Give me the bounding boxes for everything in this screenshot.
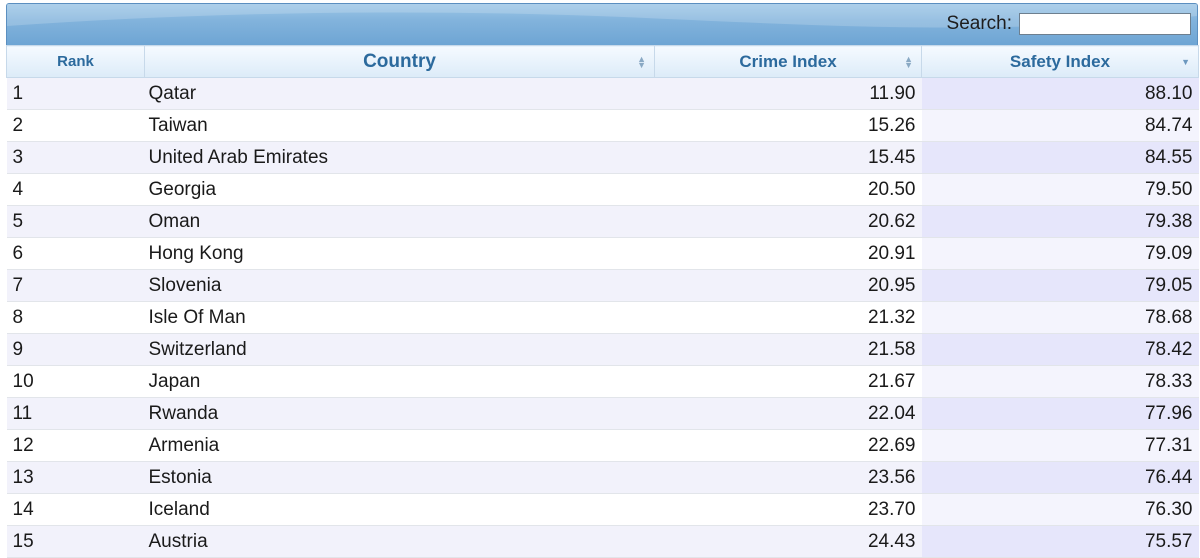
column-header-safety-index[interactable]: Safety Index ▼ (921, 45, 1199, 78)
cell-safety: 76.44 (921, 461, 1199, 494)
table-row: 11 Rwanda 22.04 77.96 (6, 397, 1199, 430)
table-row: 1 Qatar 11.90 88.10 (6, 77, 1199, 110)
table-row: 7 Slovenia 20.95 79.05 (6, 269, 1199, 302)
cell-crime: 15.26 (654, 109, 922, 142)
cell-country: Qatar (144, 77, 655, 110)
cell-country: Austria (144, 525, 655, 558)
cell-country: Taiwan (144, 109, 655, 142)
column-header-label: Country (363, 50, 436, 72)
search-box: Search: (947, 13, 1191, 35)
cell-rank: 3 (6, 141, 145, 174)
column-header-label: Rank (57, 53, 94, 70)
sort-both-icon: ▲ ▼ (637, 53, 646, 70)
table-row: 6 Hong Kong 20.91 79.09 (6, 237, 1199, 270)
column-header-label: Crime Index (739, 51, 837, 71)
sort-both-icon: ▲ ▼ (904, 53, 913, 70)
table-toolbar: Search: (6, 3, 1198, 45)
cell-safety: 79.50 (921, 173, 1199, 206)
cell-crime: 20.91 (654, 237, 922, 270)
cell-safety: 78.68 (921, 301, 1199, 334)
cell-rank: 1 (6, 77, 145, 110)
cell-crime: 21.58 (654, 333, 922, 366)
column-header-label: Safety Index (1009, 51, 1111, 71)
cell-rank: 9 (6, 333, 145, 366)
cell-safety: 84.74 (921, 109, 1199, 142)
table-row: 5 Oman 20.62 79.38 (6, 205, 1199, 238)
cell-country: Estonia (144, 461, 655, 494)
cell-rank: 11 (6, 397, 145, 430)
cell-safety: 76.30 (921, 493, 1199, 526)
cell-rank: 8 (6, 301, 145, 334)
cell-country: Iceland (144, 493, 655, 526)
search-input[interactable] (1019, 13, 1191, 35)
table-row: 10 Japan 21.67 78.33 (6, 365, 1199, 398)
table-row: 14 Iceland 23.70 76.30 (6, 493, 1199, 526)
cell-crime: 22.04 (654, 397, 922, 430)
cell-country: Switzerland (144, 333, 655, 366)
cell-safety: 75.57 (921, 525, 1199, 558)
cell-rank: 15 (6, 525, 145, 558)
table-row: 2 Taiwan 15.26 84.74 (6, 109, 1199, 142)
search-label: Search: (946, 13, 1012, 34)
cell-country: Oman (144, 205, 655, 238)
cell-crime: 20.95 (654, 269, 922, 302)
cell-country: Georgia (144, 173, 655, 206)
table-row: 12 Armenia 22.69 77.31 (6, 429, 1199, 462)
cell-rank: 13 (6, 461, 145, 494)
column-header-country[interactable]: Country ▲ ▼ (144, 45, 655, 78)
cell-rank: 2 (6, 109, 145, 142)
cell-country: United Arab Emirates (144, 141, 655, 174)
cell-country: Slovenia (144, 269, 655, 302)
cell-crime: 21.67 (654, 365, 922, 398)
cell-safety: 78.42 (921, 333, 1199, 366)
cell-crime: 24.43 (654, 525, 922, 558)
cell-country: Isle Of Man (144, 301, 655, 334)
table-row: 8 Isle Of Man 21.32 78.68 (6, 301, 1199, 334)
cell-safety: 79.05 (921, 269, 1199, 302)
column-header-crime-index[interactable]: Crime Index ▲ ▼ (654, 45, 922, 78)
table-row: 3 United Arab Emirates 15.45 84.55 (6, 141, 1199, 174)
cell-rank: 10 (6, 365, 145, 398)
crime-index-table: Rank Country ▲ ▼ Crime Index ▲ ▼ Safety In… (6, 45, 1199, 558)
cell-safety: 79.09 (921, 237, 1199, 270)
cell-crime: 15.45 (654, 141, 922, 174)
cell-crime: 23.56 (654, 461, 922, 494)
ranking-table-widget: Search: Rank Country ▲ ▼ Crime Index ▲ ▼… (6, 3, 1199, 558)
cell-crime: 20.62 (654, 205, 922, 238)
cell-rank: 5 (6, 205, 145, 238)
table-row: 9 Switzerland 21.58 78.42 (6, 333, 1199, 366)
cell-safety: 77.96 (921, 397, 1199, 430)
cell-rank: 6 (6, 237, 145, 270)
cell-country: Japan (144, 365, 655, 398)
cell-country: Rwanda (144, 397, 655, 430)
table-row: 4 Georgia 20.50 79.50 (6, 173, 1199, 206)
cell-safety: 77.31 (921, 429, 1199, 462)
cell-safety: 88.10 (921, 77, 1199, 110)
table-row: 15 Austria 24.43 75.57 (6, 525, 1199, 558)
table-row: 13 Estonia 23.56 76.44 (6, 461, 1199, 494)
cell-rank: 12 (6, 429, 145, 462)
cell-rank: 14 (6, 493, 145, 526)
cell-crime: 21.32 (654, 301, 922, 334)
cell-crime: 20.50 (654, 173, 922, 206)
cell-safety: 79.38 (921, 205, 1199, 238)
cell-safety: 84.55 (921, 141, 1199, 174)
cell-crime: 11.90 (654, 77, 922, 110)
table-header-row: Rank Country ▲ ▼ Crime Index ▲ ▼ Safety In… (6, 45, 1199, 78)
cell-country: Hong Kong (144, 237, 655, 270)
cell-rank: 4 (6, 173, 145, 206)
cell-rank: 7 (6, 269, 145, 302)
cell-country: Armenia (144, 429, 655, 462)
cell-crime: 23.70 (654, 493, 922, 526)
cell-crime: 22.69 (654, 429, 922, 462)
cell-safety: 78.33 (921, 365, 1199, 398)
column-header-rank[interactable]: Rank (6, 45, 145, 78)
sort-descending-icon: ▼ (1181, 56, 1190, 67)
